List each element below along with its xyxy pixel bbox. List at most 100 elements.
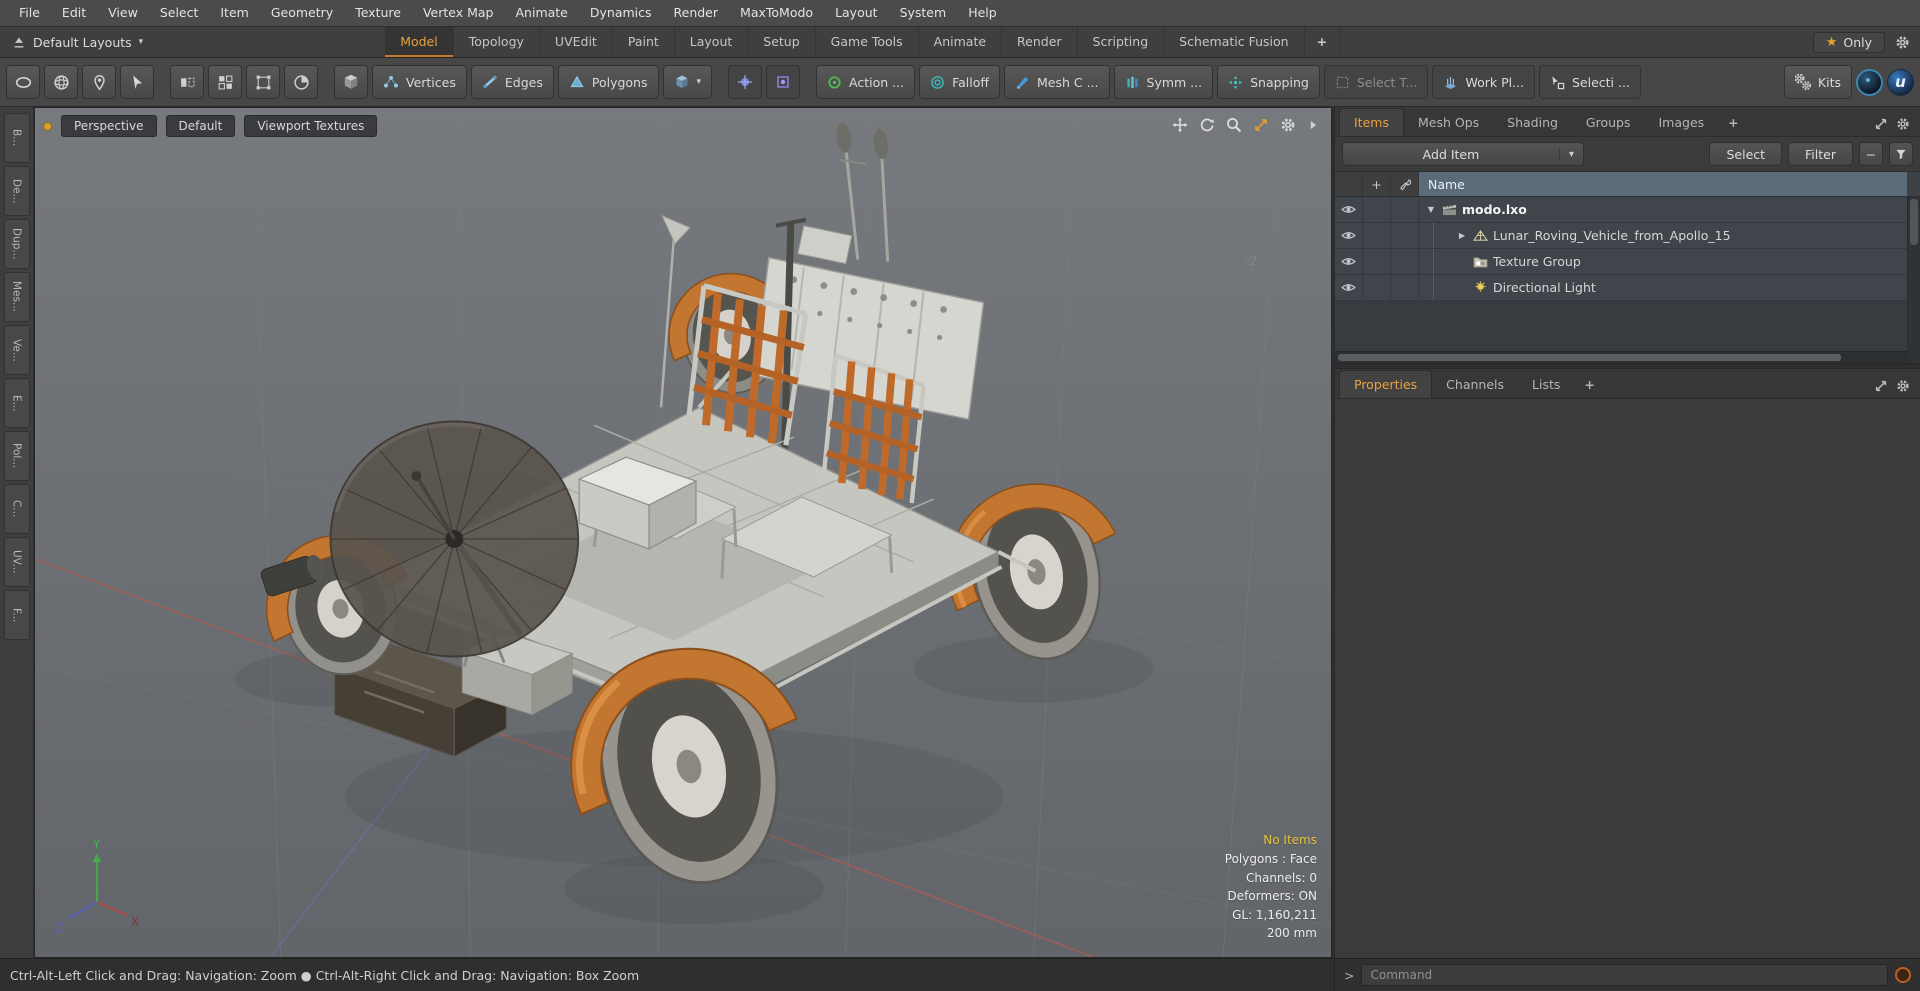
zoom-icon[interactable]: [1226, 117, 1242, 133]
tree-horizontal-scrollbar[interactable]: [1335, 351, 1907, 363]
add-layout-tab-button[interactable]: +: [1305, 27, 1341, 57]
tab-animate[interactable]: Animate: [919, 27, 1003, 57]
drop-action-button[interactable]: [82, 65, 116, 99]
menu-system[interactable]: System: [889, 0, 958, 26]
left-tab-mesh[interactable]: Mes...: [3, 272, 30, 322]
eye-icon[interactable]: [1341, 230, 1356, 241]
menu-geometry[interactable]: Geometry: [260, 0, 344, 26]
tab-schematic-fusion[interactable]: Schematic Fusion: [1164, 27, 1305, 57]
vertices-mode-button[interactable]: Vertices: [372, 65, 467, 99]
tab-channels[interactable]: Channels: [1432, 371, 1518, 398]
3d-viewport[interactable]: -Z Y X Z Perspective Default Viewport Te…: [34, 107, 1332, 958]
modo-logo-button[interactable]: u: [1887, 68, 1914, 96]
left-tab-vertex[interactable]: Ve...: [3, 325, 30, 375]
filter-button[interactable]: Filter: [1788, 142, 1853, 166]
tab-scripting[interactable]: Scripting: [1078, 27, 1165, 57]
gear-icon[interactable]: [1280, 117, 1296, 133]
disclosure-closed-icon[interactable]: ▶: [1456, 231, 1468, 240]
array-tool-button[interactable]: [208, 65, 242, 99]
item-mode-button[interactable]: [334, 65, 368, 99]
eye-icon[interactable]: [1341, 282, 1356, 293]
menu-texture[interactable]: Texture: [344, 0, 412, 26]
tab-lists[interactable]: Lists: [1518, 371, 1574, 398]
menu-layout[interactable]: Layout: [824, 0, 889, 26]
disclosure-open-icon[interactable]: ▼: [1425, 205, 1437, 214]
paint-selection-button[interactable]: [44, 65, 78, 99]
tab-shading[interactable]: Shading: [1493, 109, 1572, 136]
3d-scene[interactable]: -Z Y X Z: [35, 108, 1331, 957]
tab-render[interactable]: Render: [1002, 27, 1078, 57]
macro-record-icon[interactable]: [1895, 967, 1911, 983]
mesh-constraints-dropdown[interactable]: Mesh C ...: [1004, 65, 1110, 99]
tab-groups[interactable]: Groups: [1572, 109, 1645, 136]
symmetry-dropdown[interactable]: Symm ...: [1113, 65, 1214, 99]
action-center-button[interactable]: [766, 65, 801, 99]
left-tab-basic[interactable]: B...: [3, 113, 30, 163]
select-button[interactable]: Select: [1709, 142, 1783, 166]
pick-tool-button[interactable]: [120, 65, 154, 99]
kits-button[interactable]: Kits: [1783, 65, 1852, 99]
selection-sets-dropdown[interactable]: Selecti ...: [1539, 65, 1641, 99]
name-column-header[interactable]: Name: [1419, 172, 1907, 196]
tab-layout[interactable]: Layout: [675, 27, 749, 57]
expand-arrow-icon[interactable]: [1307, 119, 1319, 131]
tree-vertical-scrollbar[interactable]: [1907, 197, 1920, 363]
menu-select[interactable]: Select: [149, 0, 210, 26]
left-tab-polygon[interactable]: Pol...: [3, 431, 30, 481]
left-tab-uv[interactable]: UV...: [3, 537, 30, 587]
left-tab-duplicate[interactable]: Dup...: [3, 219, 30, 269]
lasso-style-button[interactable]: [6, 65, 40, 99]
menu-edit[interactable]: Edit: [51, 0, 97, 26]
select-through-button[interactable]: Select T...: [1323, 65, 1429, 99]
tab-uvedit[interactable]: UVEdit: [540, 27, 613, 57]
expand-panel-icon[interactable]: [1874, 117, 1888, 131]
menu-help[interactable]: Help: [957, 0, 1008, 26]
starred-only-toggle[interactable]: ★ Only: [1812, 31, 1885, 53]
tab-mesh-ops[interactable]: Mesh Ops: [1404, 109, 1493, 136]
menu-vertex-map[interactable]: Vertex Map: [412, 0, 505, 26]
viewport-textures-dropdown[interactable]: Viewport Textures: [244, 115, 378, 137]
maximize-icon[interactable]: [1253, 117, 1269, 133]
eye-icon[interactable]: [1341, 256, 1356, 267]
gear-icon[interactable]: [1896, 117, 1910, 131]
left-tab-edge[interactable]: E...: [3, 378, 30, 428]
command-input[interactable]: [1361, 964, 1888, 986]
menu-dynamics[interactable]: Dynamics: [579, 0, 663, 26]
mirror-tool-button[interactable]: [170, 65, 204, 99]
viewport-widget-dot[interactable]: [43, 121, 52, 131]
tab-items[interactable]: Items: [1339, 108, 1404, 136]
tree-row-scene[interactable]: ▼ modo.lxo: [1335, 197, 1907, 223]
radial-tool-button[interactable]: [284, 65, 318, 99]
action-center-dropdown[interactable]: Action ...: [816, 65, 916, 99]
tab-properties[interactable]: Properties: [1339, 370, 1433, 398]
tree-row-directional-light[interactable]: Directional Light: [1335, 275, 1907, 301]
menu-file[interactable]: File: [8, 0, 51, 26]
gear-icon[interactable]: [1895, 35, 1910, 50]
marquee-tool-button[interactable]: [246, 65, 280, 99]
perspective-dropdown[interactable]: Perspective: [61, 115, 157, 137]
menu-animate[interactable]: Animate: [505, 0, 579, 26]
eye-icon[interactable]: [1341, 204, 1356, 215]
default-layouts-dropdown[interactable]: Default Layouts ▾: [0, 27, 155, 57]
left-tab-falloff[interactable]: F...: [3, 590, 30, 640]
tree-row-mesh[interactable]: ▶ Lunar_Roving_Vehicle_from_Apollo_15: [1335, 223, 1907, 249]
menu-maxtomodo[interactable]: MaxToModo: [729, 0, 824, 26]
preview-sphere-button[interactable]: [1856, 68, 1883, 96]
tab-game-tools[interactable]: Game Tools: [816, 27, 919, 57]
tab-setup[interactable]: Setup: [748, 27, 816, 57]
polygons-mode-button[interactable]: Polygons: [557, 65, 659, 99]
tab-images[interactable]: Images: [1645, 109, 1719, 136]
tree-row-texture-group[interactable]: Texture Group: [1335, 249, 1907, 275]
pan-icon[interactable]: [1172, 117, 1188, 133]
add-panel-tab-button[interactable]: +: [1718, 109, 1748, 136]
edges-mode-button[interactable]: Edges: [470, 65, 554, 99]
tab-topology[interactable]: Topology: [454, 27, 540, 57]
left-tab-curves[interactable]: C...: [3, 484, 30, 534]
rotate-icon[interactable]: [1199, 117, 1215, 133]
action-axis-button[interactable]: [728, 65, 763, 99]
menu-view[interactable]: View: [97, 0, 149, 26]
add-properties-tab-button[interactable]: +: [1574, 371, 1604, 398]
collapse-list-button[interactable]: −: [1859, 142, 1883, 166]
snapping-dropdown[interactable]: Snapping: [1217, 65, 1320, 99]
add-item-dropdown[interactable]: Add Item ▾: [1342, 142, 1584, 166]
